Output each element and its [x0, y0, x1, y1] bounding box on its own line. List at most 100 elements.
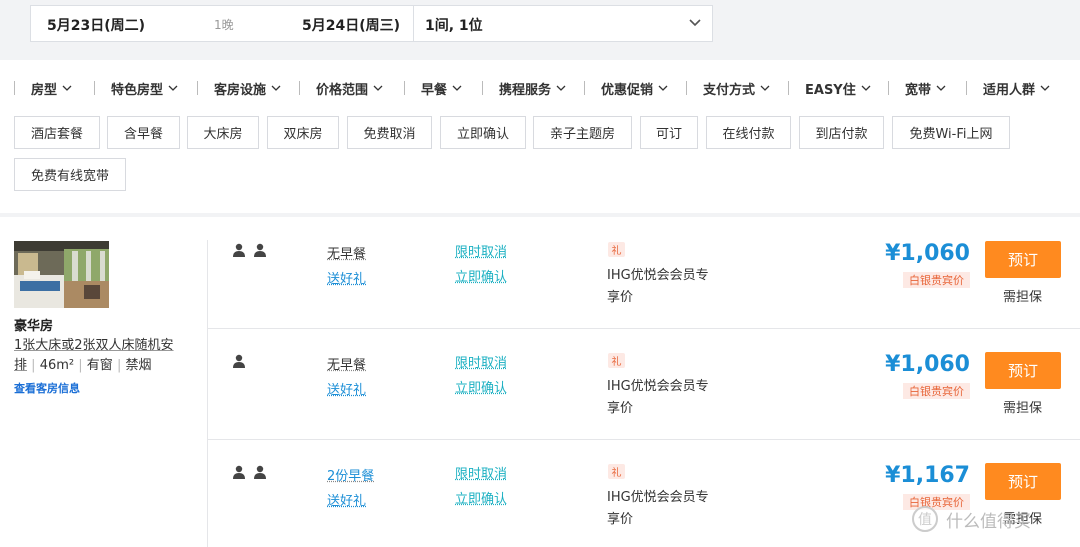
watermark: 值 什么值得买 — [912, 506, 1031, 532]
breakfast-info[interactable]: 无早餐 — [327, 354, 366, 373]
filter-label: 房型 — [31, 82, 58, 98]
tag-instant-confirm[interactable]: 立即确认 — [440, 116, 526, 149]
breakfast-info[interactable]: 无早餐 — [327, 243, 366, 262]
room-bed-info[interactable]: 1张大床或2张双人床随机安 — [14, 338, 174, 353]
filter-label: 支付方式 — [703, 82, 756, 98]
silver-badge: 白银贵宾价 — [903, 383, 970, 399]
cancel-policy[interactable]: 限时取消 — [455, 463, 507, 482]
room-size: 46m² — [39, 358, 75, 373]
member-price-label: IHG优悦会会员专享价 — [607, 268, 709, 305]
filter-label: EASY住 — [805, 82, 856, 98]
tag-twin-bed[interactable]: 双床房 — [267, 116, 339, 149]
member-price-label: IHG优悦会会员专享价 — [607, 379, 709, 416]
chevron-down-icon — [271, 85, 281, 91]
tag-bookable[interactable]: 可订 — [640, 116, 698, 149]
chevron-down-icon — [1040, 85, 1050, 91]
chevron-down-icon — [760, 85, 770, 91]
filter-label: 宽带 — [905, 82, 932, 98]
filter-special-room[interactable]: 特色房型 — [94, 78, 178, 98]
filter-label: 特色房型 — [111, 82, 164, 98]
checkin-date[interactable]: 5月23日(周二) — [47, 15, 145, 35]
checkout-date[interactable]: 5月24日(周三) — [302, 15, 400, 35]
filter-label: 客房设施 — [214, 82, 267, 98]
person-icon — [233, 465, 245, 479]
guarantee-label: 需担保 — [1003, 401, 1043, 416]
divider — [584, 81, 585, 95]
divider — [888, 81, 889, 95]
filter-easy[interactable]: EASY住 — [788, 78, 871, 98]
confirm-policy[interactable]: 立即确认 — [455, 266, 507, 285]
filter-room-type[interactable]: 房型 — [14, 78, 72, 98]
gift-link[interactable]: 送好礼 — [327, 379, 366, 398]
price: ¥1,060 — [885, 241, 970, 266]
book-button[interactable]: 预订 — [985, 352, 1061, 389]
chevron-down-icon[interactable] — [688, 16, 702, 30]
gift-link[interactable]: 送好礼 — [327, 268, 366, 287]
divider — [94, 81, 95, 95]
filter-label: 优惠促销 — [601, 82, 654, 98]
confirm-policy[interactable]: 立即确认 — [455, 488, 507, 507]
divider — [299, 81, 300, 95]
filter-label: 适用人群 — [983, 82, 1036, 98]
room-photo[interactable] — [14, 241, 109, 308]
tag-pay-at-hotel[interactable]: 到店付款 — [799, 116, 884, 149]
filter-label: 价格范围 — [316, 82, 369, 98]
chevron-down-icon — [556, 85, 566, 91]
chevron-down-icon — [936, 85, 946, 91]
room-info-link[interactable]: 查看客房信息 — [14, 380, 80, 396]
gift-link[interactable]: 送好礼 — [327, 490, 366, 509]
room-description: 1张大床或2张双人床随机安 排 | 46m² | 有窗 | 禁烟 — [14, 338, 174, 373]
filter-breakfast[interactable]: 早餐 — [404, 78, 462, 98]
cancel-policy[interactable]: 限时取消 — [455, 241, 507, 260]
tag-free-cancel[interactable]: 免费取消 — [347, 116, 432, 149]
date-guest-selector[interactable]: 5月23日(周二) 1晚 5月24日(周三) 1间, 1位 — [30, 5, 713, 42]
divider — [966, 81, 967, 95]
filter-dropdowns: 房型 特色房型 客房设施 价格范围 早餐 携程服务 优惠促销 支付方式 EASY… — [14, 78, 1080, 98]
tag-free-wifi[interactable]: 免费Wi-Fi上网 — [892, 116, 1010, 149]
person-icon — [254, 243, 266, 257]
filter-guest-type[interactable]: 适用人群 — [966, 78, 1050, 98]
divider — [14, 81, 15, 95]
chevron-down-icon — [373, 85, 383, 91]
filter-payment[interactable]: 支付方式 — [686, 78, 770, 98]
divider — [207, 439, 1080, 440]
rooms-guests[interactable]: 1间, 1位 — [425, 15, 483, 35]
chevron-down-icon — [658, 85, 668, 91]
divider — [404, 81, 405, 95]
filter-ctrip-service[interactable]: 携程服务 — [482, 78, 566, 98]
member-price-label: IHG优悦会会员专享价 — [607, 490, 709, 527]
filter-price-range[interactable]: 价格范围 — [299, 78, 383, 98]
divider — [207, 240, 208, 547]
chevron-down-icon — [861, 85, 871, 91]
gift-badge: 礼 — [608, 242, 625, 257]
divider — [482, 81, 483, 95]
tag-king-bed[interactable]: 大床房 — [187, 116, 259, 149]
nights-count: 1晚 — [214, 18, 234, 32]
room-smoking: 禁烟 — [125, 358, 152, 373]
chevron-down-icon — [168, 85, 178, 91]
filter-room-facilities[interactable]: 客房设施 — [197, 78, 281, 98]
guarantee-label: 需担保 — [1003, 290, 1043, 305]
confirm-policy[interactable]: 立即确认 — [455, 377, 507, 396]
tag-online-payment[interactable]: 在线付款 — [706, 116, 791, 149]
price: ¥1,167 — [885, 463, 970, 488]
room-name: 豪华房 — [14, 319, 54, 334]
search-bar-area: 5月23日(周二) 1晚 5月24日(周三) 1间, 1位 — [0, 0, 1080, 60]
book-button[interactable]: 预订 — [985, 241, 1061, 278]
tag-breakfast-included[interactable]: 含早餐 — [107, 116, 180, 149]
divider — [207, 328, 1080, 329]
section-divider — [0, 213, 1080, 217]
watermark-text: 什么值得买 — [946, 511, 1031, 532]
filter-broadband[interactable]: 宽带 — [888, 78, 946, 98]
filter-promotions[interactable]: 优惠促销 — [584, 78, 668, 98]
cancel-policy[interactable]: 限时取消 — [455, 352, 507, 371]
tag-free-wired-broadband[interactable]: 免费有线宽带 — [14, 158, 126, 191]
tag-family-theme[interactable]: 亲子主题房 — [533, 116, 632, 149]
book-button[interactable]: 预订 — [985, 463, 1061, 500]
room-window: 有窗 — [86, 358, 113, 373]
price: ¥1,060 — [885, 352, 970, 377]
tag-hotel-package[interactable]: 酒店套餐 — [14, 116, 100, 149]
filter-label: 携程服务 — [499, 82, 552, 98]
breakfast-info[interactable]: 2份早餐 — [327, 465, 374, 484]
room-bed-info-cont[interactable]: 排 — [14, 358, 27, 373]
